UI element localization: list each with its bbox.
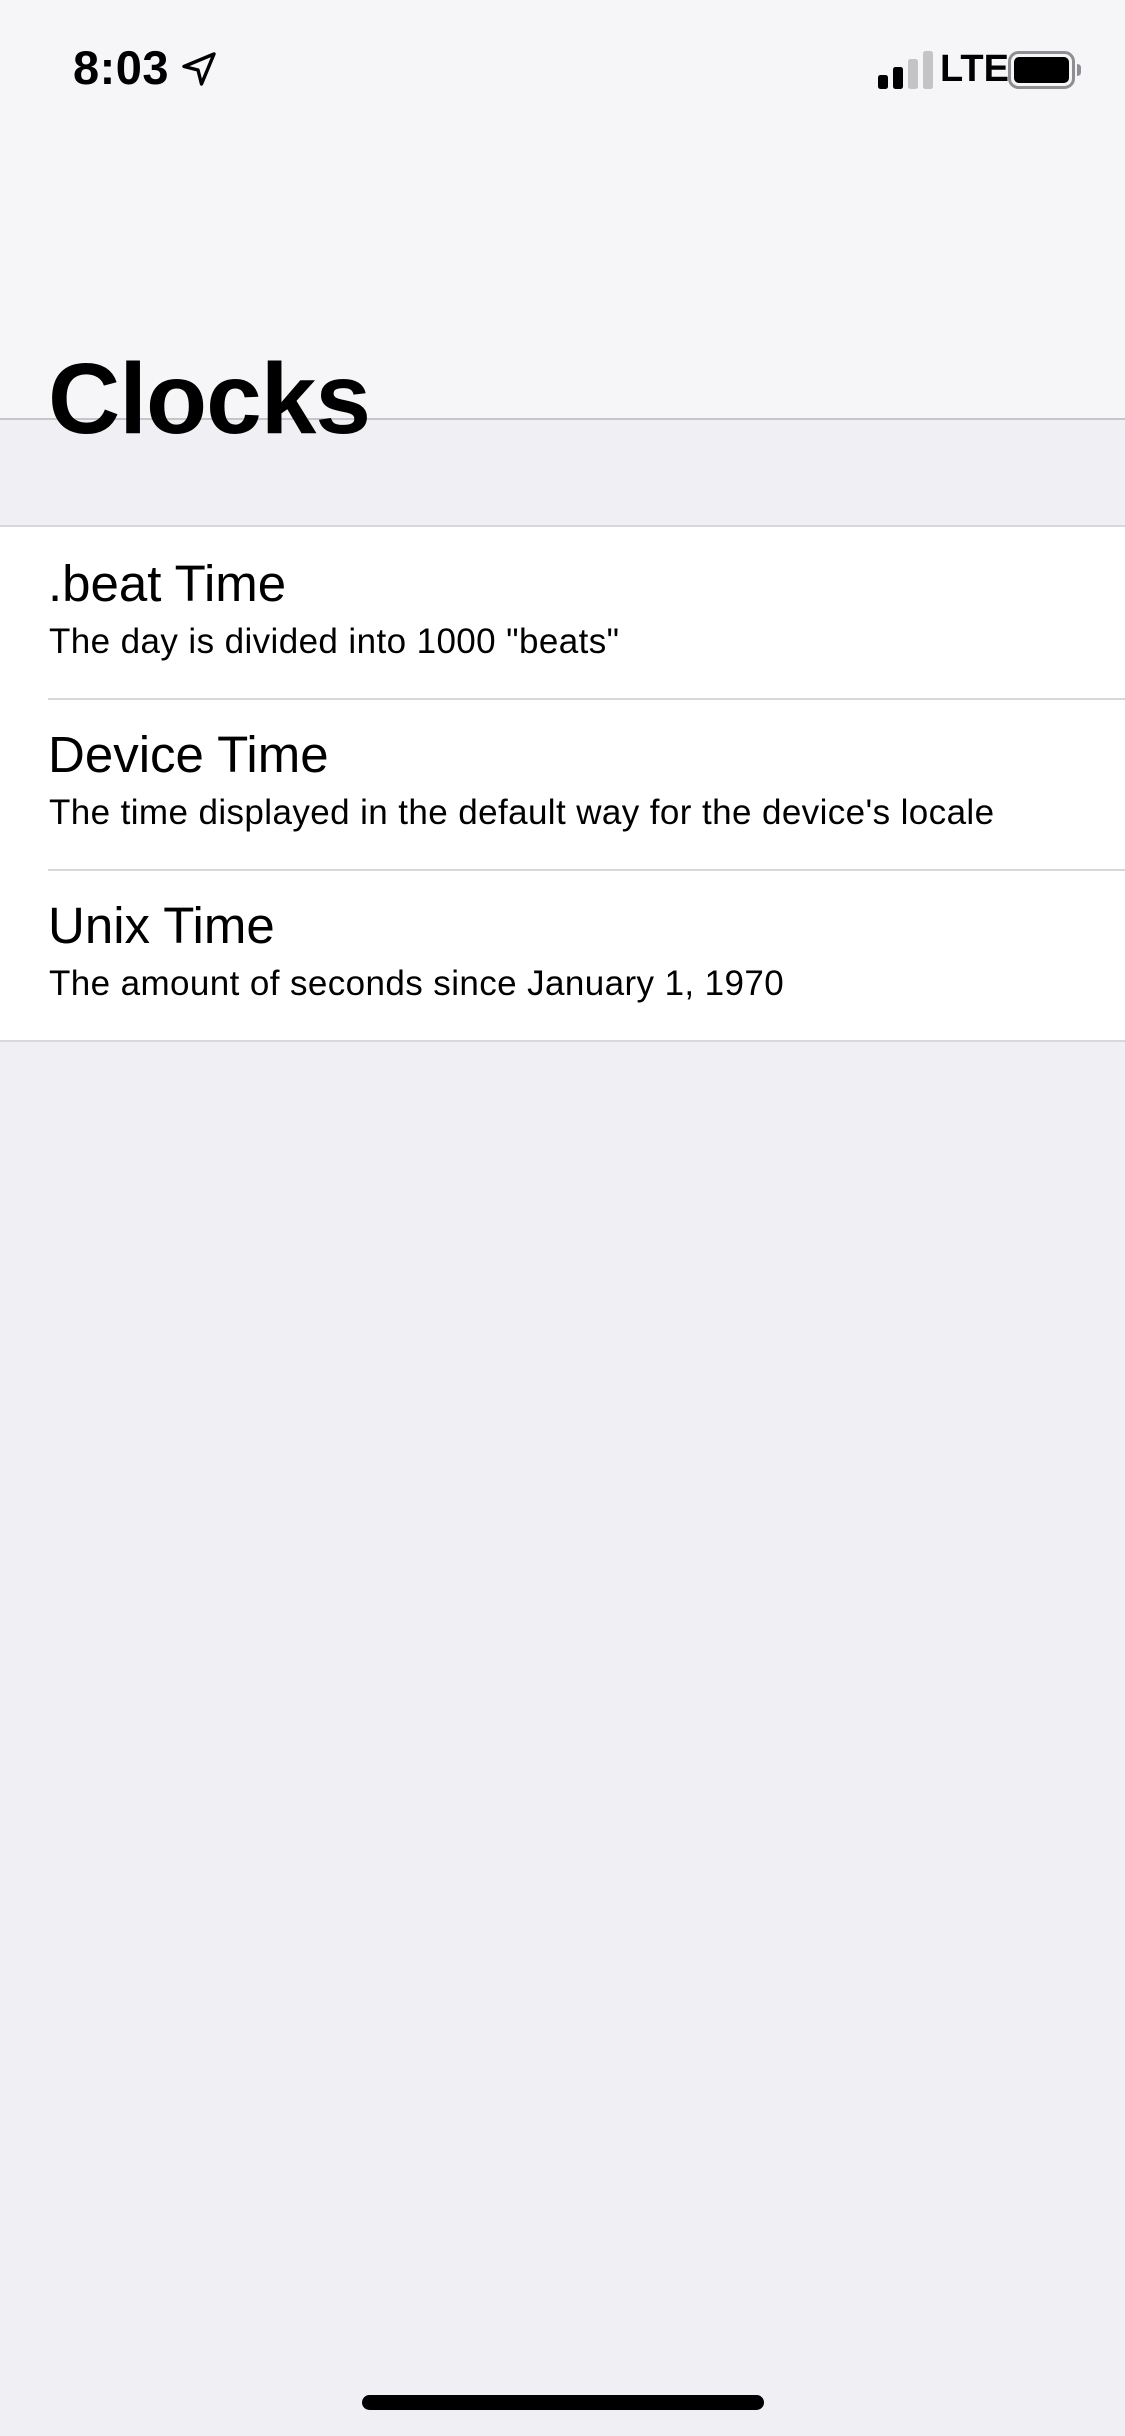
page-title: Clocks: [48, 343, 371, 455]
location-arrow-icon: [182, 52, 216, 86]
status-bar: 8:03 LTE: [0, 0, 1125, 140]
list-item-subtitle: The amount of seconds since January 1, 1…: [49, 964, 785, 1003]
signal-bar-2: [893, 67, 903, 89]
battery-level-fill: [1014, 57, 1069, 83]
clock-list: .beat Time The day is divided into 1000 …: [0, 525, 1125, 1042]
signal-bar-1: [878, 75, 888, 89]
status-time: 8:03: [73, 41, 170, 94]
list-item-device-time[interactable]: Device Time The time displayed in the de…: [0, 698, 1125, 869]
cellular-signal-icon: [878, 51, 933, 89]
list-item-beat-time[interactable]: .beat Time The day is divided into 1000 …: [0, 527, 1125, 698]
list-item-title: Unix Time: [48, 897, 275, 954]
battery-full-icon: [1008, 51, 1081, 89]
network-type: LTE: [940, 48, 1009, 90]
list-item-subtitle: The day is divided into 1000 "beats": [49, 622, 620, 661]
list-item-unix-time[interactable]: Unix Time The amount of seconds since Ja…: [0, 869, 1125, 1040]
list-item-title: Device Time: [48, 726, 329, 783]
signal-bar-4: [923, 51, 933, 89]
signal-bar-3: [908, 59, 918, 89]
navigation-header: 8:03 LTE Clocks: [0, 0, 1125, 455]
home-indicator[interactable]: [362, 2395, 764, 2410]
list-item-title: .beat Time: [48, 555, 287, 612]
list-item-subtitle: The time displayed in the default way fo…: [49, 793, 995, 832]
